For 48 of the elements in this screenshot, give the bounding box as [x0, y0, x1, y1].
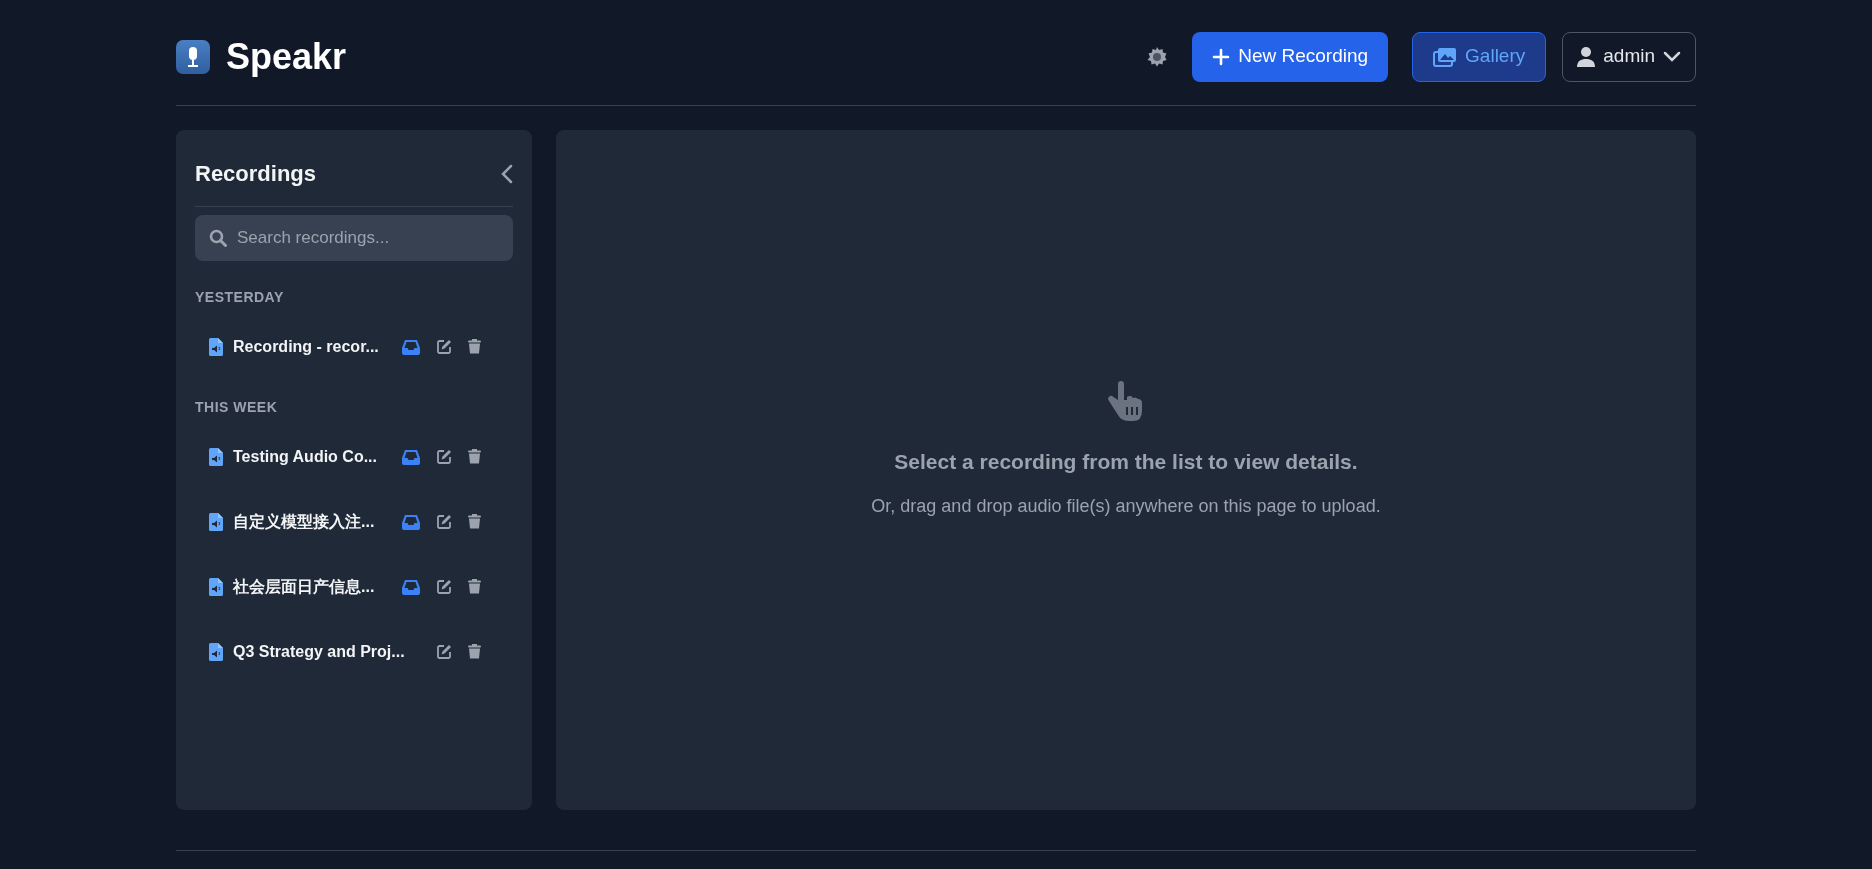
recording-title: Q3 Strategy and Proj... [233, 641, 405, 662]
user-menu-button[interactable]: admin [1562, 31, 1696, 82]
search-field[interactable]: Search recordings... [235, 224, 499, 252]
group-label: THIS WEEK [195, 398, 279, 417]
inbox-icon[interactable] [401, 578, 421, 595]
recording-item[interactable]: 社会层面日产信息... [195, 554, 513, 619]
search-field[interactable]: Search recordings... [195, 215, 513, 261]
edit-icon[interactable] [437, 644, 452, 659]
trash-icon[interactable] [468, 339, 481, 354]
inbox-icon[interactable] [401, 448, 421, 465]
trash-icon[interactable] [468, 579, 481, 594]
recording-item[interactable]: Q3 Strategy and Proj... [195, 619, 513, 684]
recording-item[interactable]: Recording - recor... [195, 314, 513, 379]
sidebar-title: Recordings [195, 160, 317, 188]
audio-file-icon [209, 337, 223, 356]
inbox-icon[interactable] [401, 513, 421, 530]
empty-state-message: Select a recording from the list to view details. [894, 448, 1358, 475]
microphone-icon [185, 45, 201, 68]
group-label: YESTERDAY [195, 288, 285, 307]
audio-file-icon [209, 447, 223, 466]
trash-icon[interactable] [468, 449, 481, 464]
new-recording-button[interactable]: New Recording [1192, 31, 1389, 82]
audio-file-icon [209, 577, 223, 596]
edit-icon[interactable] [437, 339, 452, 354]
audio-file-icon [209, 512, 223, 531]
search-icon [209, 229, 227, 247]
gallery-button[interactable]: Gallery [1412, 31, 1547, 82]
audio-file-icon [209, 642, 223, 661]
inbox-icon[interactable] [401, 338, 421, 355]
upload-hint: Or, drag and drop audio file(s) anywhere on this page to upload. [871, 495, 1381, 519]
edit-icon[interactable] [437, 579, 452, 594]
recording-item[interactable]: Testing Audio Co... [195, 424, 513, 489]
app-title: Speakr [226, 34, 347, 79]
edit-icon[interactable] [437, 514, 452, 529]
recording-title: Testing Audio Co... [233, 446, 377, 467]
recording-title: Recording - recor... [233, 336, 379, 357]
trash-icon[interactable] [468, 644, 481, 659]
recording-item[interactable]: 自定义模型接入注... [195, 489, 513, 554]
collapse-chevron-icon[interactable] [501, 163, 513, 184]
images-icon [1433, 46, 1458, 67]
recording-title: 社会层面日产信息... [233, 576, 375, 597]
trash-icon[interactable] [468, 514, 481, 529]
edit-icon[interactable] [437, 449, 452, 464]
settings-icon[interactable] [1146, 45, 1169, 68]
user-icon [1577, 46, 1596, 67]
chevron-down-icon [1663, 50, 1681, 63]
plus-icon [1212, 47, 1231, 66]
recording-title: 自定义模型接入注... [233, 511, 375, 532]
